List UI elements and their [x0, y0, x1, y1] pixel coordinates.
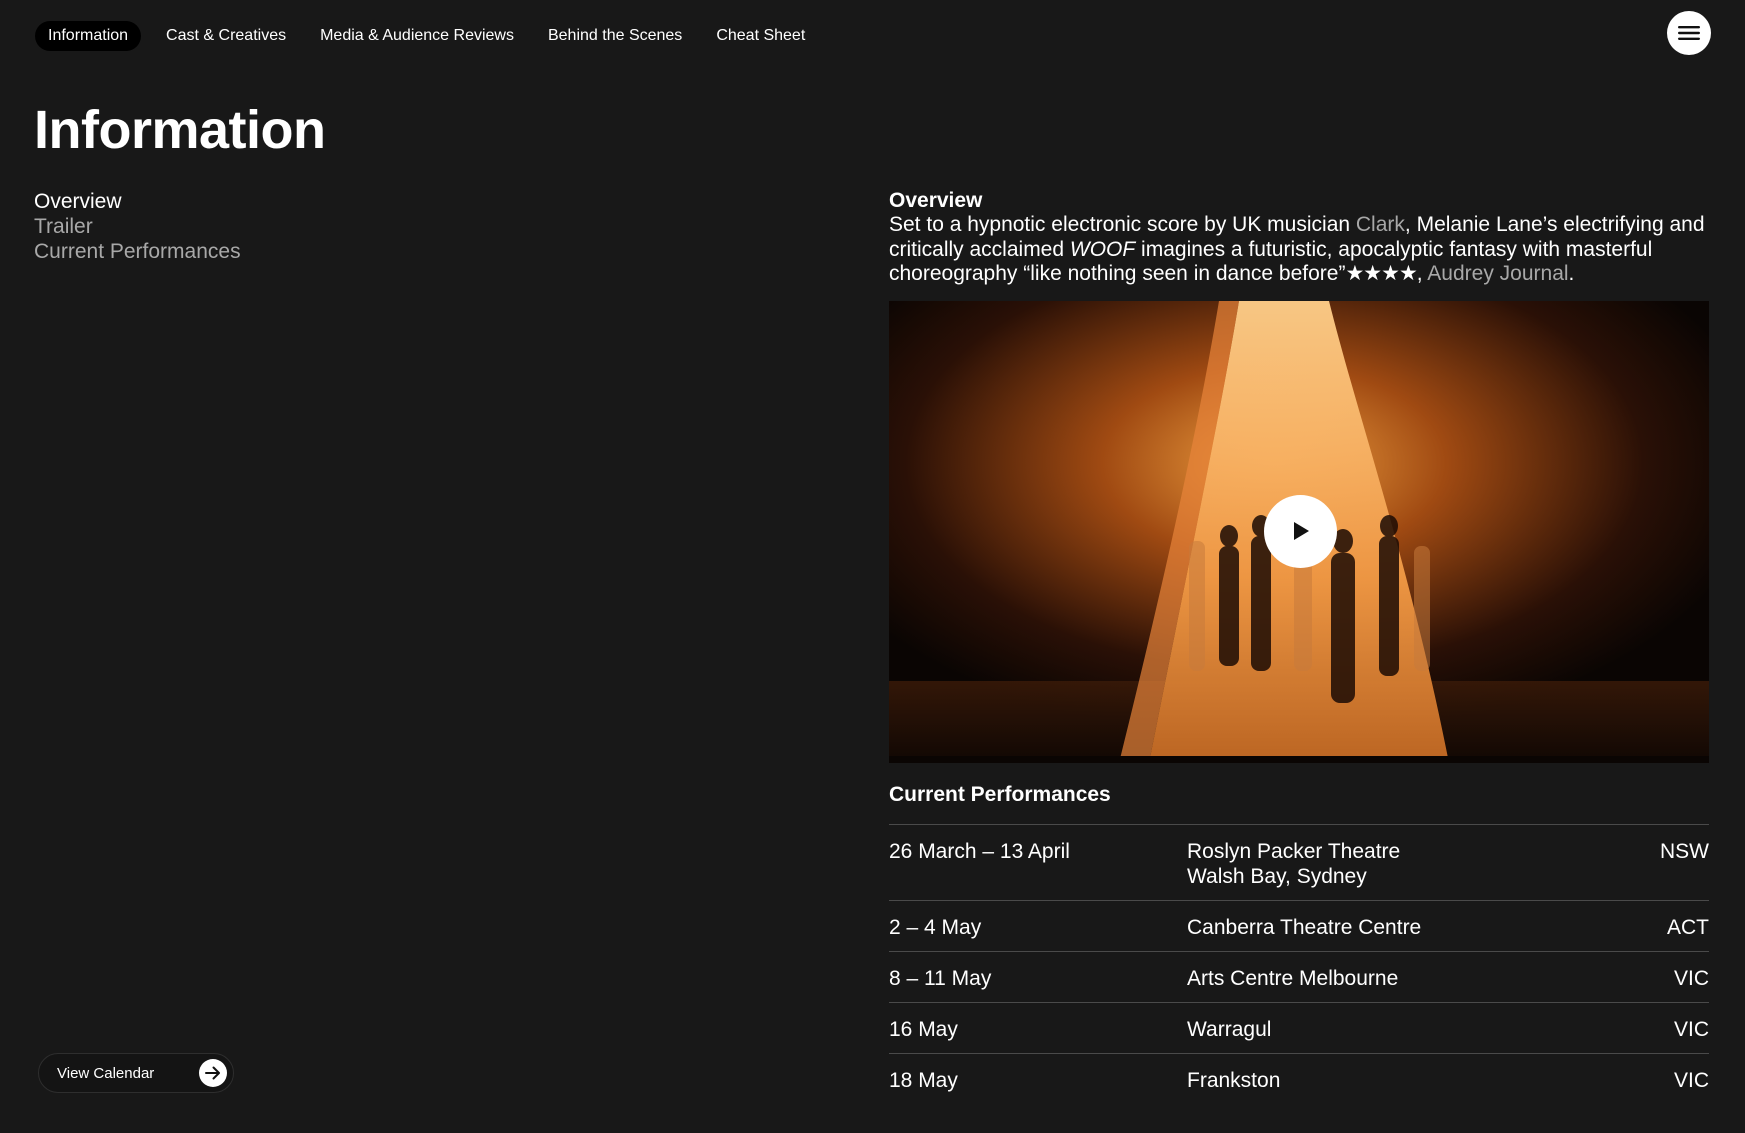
performance-venue: Warragul: [1187, 1017, 1272, 1041]
section-link-trailer[interactable]: Trailer: [34, 214, 241, 239]
table-row: 2 – 4 May Canberra Theatre Centre ACT: [889, 901, 1709, 952]
tab-information[interactable]: Information: [35, 21, 142, 51]
tab-cast-creatives[interactable]: Cast & Creatives: [149, 21, 303, 51]
table-row: 16 May Warragul VIC: [889, 1003, 1709, 1054]
overview-heading: Overview: [889, 189, 983, 212]
performance-date: 8 – 11 May: [889, 966, 992, 990]
performance-venue: Frankston: [1187, 1068, 1281, 1092]
venue-location: Walsh Bay, Sydney: [1187, 864, 1367, 888]
tab-media-audience-reviews[interactable]: Media & Audience Reviews: [303, 21, 531, 51]
performances-heading: Current Performances: [889, 782, 1111, 806]
performance-state: ACT: [1667, 915, 1709, 939]
performance-venue: Canberra Theatre Centre: [1187, 915, 1422, 939]
performance-state: NSW: [1660, 839, 1709, 863]
performance-state: VIC: [1673, 1068, 1709, 1092]
overview-text-part: Set to a hypnotic electronic score by UK…: [889, 213, 1356, 236]
overview-text-part: .: [1568, 262, 1575, 285]
venue-name: Roslyn Packer Theatre: [1187, 839, 1401, 863]
table-row: 26 March – 13 April Roslyn Packer Theatr…: [889, 825, 1709, 901]
performance-venue: Arts Centre Melbourne: [1187, 966, 1399, 990]
performance-state: VIC: [1673, 966, 1709, 990]
main-content: Overview Set to a hypnotic electronic sc…: [889, 188, 1711, 1104]
tab-cheat-sheet[interactable]: Cheat Sheet: [699, 21, 822, 51]
hamburger-menu-icon: [1678, 26, 1700, 40]
performance-date: 2 – 4 May: [889, 915, 982, 939]
tab-behind-the-scenes[interactable]: Behind the Scenes: [531, 21, 699, 51]
table-row: 8 – 11 May Arts Centre Melbourne VIC: [889, 952, 1709, 1003]
trailer-video[interactable]: [889, 300, 1709, 763]
play-button[interactable]: [1264, 494, 1337, 568]
performance-venue: Roslyn Packer Theatre Walsh Bay, Sydney: [1187, 839, 1649, 889]
clark-link[interactable]: Clark: [1356, 213, 1405, 236]
review-source-link[interactable]: Audrey Journal: [1427, 262, 1568, 285]
star-rating: ★★★★: [1345, 262, 1417, 285]
section-link-overview[interactable]: Overview: [34, 189, 241, 214]
table-row: 18 May Frankston VIC: [889, 1054, 1709, 1104]
performance-date: 18 May: [889, 1068, 958, 1092]
section-link-current-performances[interactable]: Current Performances: [34, 239, 241, 264]
performances-table: 26 March – 13 April Roslyn Packer Theatr…: [889, 823, 1709, 1104]
menu-button[interactable]: [1667, 11, 1711, 55]
performance-date: 26 March – 13 April: [889, 839, 1070, 863]
arrow-right-icon: [199, 1059, 227, 1087]
page-title: Information: [34, 100, 326, 160]
play-icon: [1293, 522, 1309, 540]
top-nav: Information Cast & Creatives Media & Aud…: [35, 21, 822, 51]
section-nav: Overview Trailer Current Performances: [34, 189, 241, 264]
overview-text-part: ,: [1416, 262, 1428, 285]
view-calendar-button[interactable]: View Calendar: [38, 1053, 234, 1093]
show-title: WOOF: [1069, 237, 1136, 261]
performance-state: VIC: [1673, 1017, 1709, 1041]
view-calendar-label: View Calendar: [57, 1064, 155, 1082]
overview-text: Set to a hypnotic electronic score by UK…: [889, 213, 1711, 287]
performance-date: 16 May: [889, 1017, 958, 1041]
